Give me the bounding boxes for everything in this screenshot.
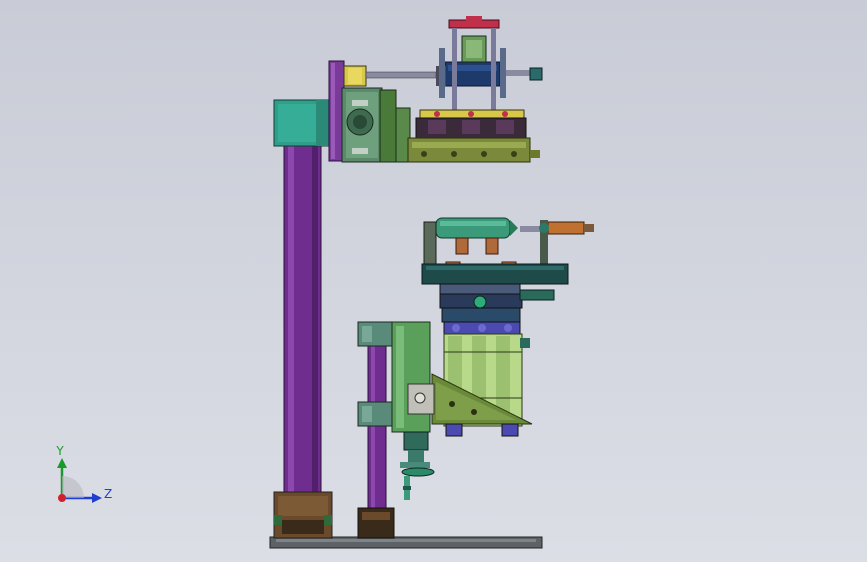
servo-block	[443, 321, 521, 335]
slide-table	[439, 283, 555, 323]
main-column	[283, 142, 322, 496]
gripper-row	[415, 109, 527, 139]
side-cylinder	[520, 220, 594, 266]
top-base-rail	[407, 137, 540, 163]
z-axis-label: Z	[104, 487, 112, 501]
vertical-slide	[391, 321, 435, 433]
x-axis-dot	[58, 494, 66, 502]
cross-beam	[421, 263, 569, 285]
secondary-foot	[357, 507, 395, 539]
motor-housing	[273, 99, 331, 147]
lower-cylinder	[423, 217, 518, 267]
y-axis-label: Y	[55, 444, 64, 458]
cad-viewport[interactable]: Y Z	[0, 0, 867, 562]
triad-plane	[62, 476, 84, 498]
y-arrowhead	[57, 458, 67, 468]
axis-triad: Y Z	[55, 444, 112, 503]
spindle-tool	[400, 431, 435, 500]
bracket-plate	[379, 89, 411, 163]
top-carriage	[436, 61, 543, 87]
top-cylinder	[343, 65, 437, 87]
base-plate	[269, 536, 543, 549]
rotary-gearbox	[341, 87, 383, 163]
z-arrowhead	[92, 493, 102, 503]
column-base-foot	[273, 491, 333, 539]
